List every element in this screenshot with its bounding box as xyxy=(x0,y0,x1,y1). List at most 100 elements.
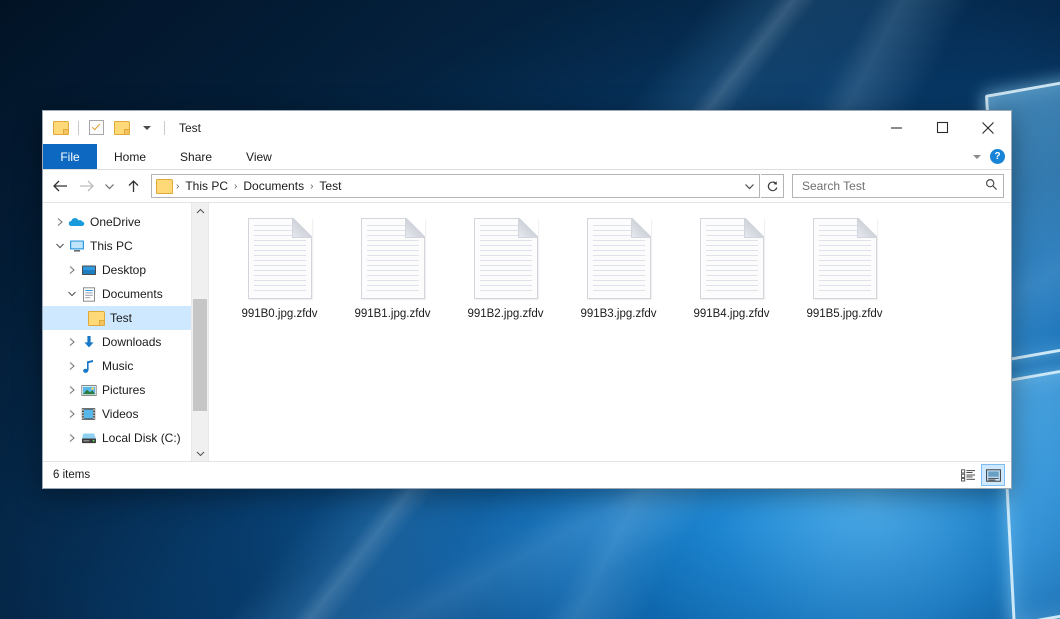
search-field[interactable] xyxy=(800,178,985,194)
file-name-label: 991B5.jpg.zfdv xyxy=(806,308,882,320)
sidebar-item-pictures[interactable]: Pictures xyxy=(43,378,191,402)
chevron-up-icon[interactable] xyxy=(192,203,208,219)
divider xyxy=(164,121,165,135)
tab-share[interactable]: Share xyxy=(163,144,229,169)
breadcrumb[interactable]: › This PC › Documents › Test xyxy=(151,174,760,198)
file-grid: 991B0.jpg.zfdv 991B1.jpg.zfdv 991B2.jpg.… xyxy=(223,216,1011,320)
up-arrow-icon[interactable] xyxy=(121,174,145,198)
chevron-right-icon[interactable] xyxy=(63,265,80,275)
folder-icon[interactable] xyxy=(50,117,71,138)
generic-document-icon xyxy=(248,218,312,299)
sidebar-item-music[interactable]: Music xyxy=(43,354,191,378)
file-explorer-window: Test File Home Share View ? xyxy=(42,110,1012,489)
breadcrumb-test[interactable]: Test xyxy=(314,179,346,193)
sidebar-item-label: Downloads xyxy=(102,335,161,349)
file-name-label: 991B0.jpg.zfdv xyxy=(241,308,317,320)
file-item[interactable]: 991B2.jpg.zfdv xyxy=(449,216,562,320)
chevron-right-icon[interactable] xyxy=(63,385,80,395)
scrollbar-thumb[interactable] xyxy=(193,299,207,411)
desktop-icon xyxy=(80,262,97,278)
sidebar-item-label: OneDrive xyxy=(90,215,141,229)
folder-icon xyxy=(88,310,105,326)
forward-arrow-icon[interactable] xyxy=(74,174,98,198)
address-dropdown-chevron-down-icon[interactable] xyxy=(739,176,759,196)
help-icon[interactable]: ? xyxy=(990,149,1005,164)
file-item[interactable]: 991B0.jpg.zfdv xyxy=(223,216,336,320)
chevron-down-icon[interactable] xyxy=(63,290,80,298)
sidebar-item-desktop[interactable]: Desktop xyxy=(43,258,191,282)
window-body: OneDrive This PC xyxy=(43,202,1011,461)
chevron-right-icon[interactable] xyxy=(63,337,80,347)
file-item[interactable]: 991B5.jpg.zfdv xyxy=(788,216,901,320)
chevron-down-icon[interactable] xyxy=(973,155,981,159)
pictures-icon xyxy=(80,382,97,398)
item-count-label: 6 items xyxy=(53,469,90,481)
breadcrumb-this-pc[interactable]: This PC xyxy=(180,179,233,193)
documents-icon xyxy=(80,286,97,302)
sidebar-item-label: Documents xyxy=(102,287,163,301)
sidebar-item-documents[interactable]: Documents xyxy=(43,282,191,306)
tab-home[interactable]: Home xyxy=(97,144,163,169)
large-icons-view-icon[interactable] xyxy=(981,464,1005,486)
navigation-pane-scrollbar[interactable] xyxy=(192,203,209,461)
generic-document-icon xyxy=(587,218,651,299)
sidebar-item-label: Videos xyxy=(102,407,138,421)
generic-document-icon xyxy=(361,218,425,299)
sidebar-item-test[interactable]: Test xyxy=(43,306,191,330)
file-name-label: 991B3.jpg.zfdv xyxy=(580,308,656,320)
divider xyxy=(78,121,79,135)
generic-document-icon xyxy=(700,218,764,299)
window-title: Test xyxy=(179,121,201,135)
chevron-right-icon[interactable] xyxy=(63,409,80,419)
chevron-down-icon[interactable] xyxy=(51,242,68,250)
sidebar-item-local-disk-c[interactable]: Local Disk (C:) xyxy=(43,426,191,450)
ribbon-tab-strip: File Home Share View ? xyxy=(43,144,1011,170)
recent-locations-chevron-down-icon[interactable] xyxy=(100,174,119,198)
sidebar-item-this-pc[interactable]: This PC xyxy=(43,234,191,258)
file-item[interactable]: 991B1.jpg.zfdv xyxy=(336,216,449,320)
chevron-right-icon[interactable] xyxy=(63,433,80,443)
sidebar-item-downloads[interactable]: Downloads xyxy=(43,330,191,354)
ribbon-right-controls: ? xyxy=(973,144,1005,169)
sidebar-item-label: This PC xyxy=(90,239,133,253)
new-folder-icon[interactable] xyxy=(111,117,132,138)
file-item[interactable]: 991B4.jpg.zfdv xyxy=(675,216,788,320)
address-bar-row: › This PC › Documents › Test xyxy=(43,170,1011,202)
file-name-label: 991B2.jpg.zfdv xyxy=(467,308,543,320)
tab-file[interactable]: File xyxy=(43,144,97,169)
chevron-down-icon[interactable] xyxy=(192,445,208,461)
file-item[interactable]: 991B3.jpg.zfdv xyxy=(562,216,675,320)
music-note-icon xyxy=(80,358,97,374)
desktop: Test File Home Share View ? xyxy=(0,0,1060,619)
sidebar-item-label: Test xyxy=(110,311,132,325)
folder-icon xyxy=(156,179,173,194)
sidebar-item-label: Music xyxy=(102,359,133,373)
maximize-icon[interactable] xyxy=(919,111,965,144)
chevron-right-icon[interactable] xyxy=(63,361,80,371)
downloads-arrow-icon xyxy=(80,334,97,350)
search-input[interactable] xyxy=(792,174,1004,198)
properties-checkmark-icon[interactable] xyxy=(86,117,107,138)
file-list-view[interactable]: 991B0.jpg.zfdv 991B1.jpg.zfdv 991B2.jpg.… xyxy=(209,203,1011,461)
close-icon[interactable] xyxy=(965,111,1011,144)
sidebar-item-videos[interactable]: Videos xyxy=(43,402,191,426)
search-icon[interactable] xyxy=(985,178,998,194)
quick-access-toolbar: Test xyxy=(43,111,201,144)
sidebar-item-onedrive[interactable]: OneDrive xyxy=(43,210,191,234)
videos-film-icon xyxy=(80,406,97,422)
this-pc-monitor-icon xyxy=(68,238,85,254)
back-arrow-icon[interactable] xyxy=(48,174,72,198)
chevron-right-icon[interactable] xyxy=(51,217,68,227)
hard-disk-icon xyxy=(80,430,97,446)
generic-document-icon xyxy=(474,218,538,299)
generic-document-icon xyxy=(813,218,877,299)
chevron-down-icon[interactable] xyxy=(136,117,157,138)
onedrive-cloud-icon xyxy=(68,214,85,230)
minimize-icon[interactable] xyxy=(873,111,919,144)
tab-view[interactable]: View xyxy=(229,144,289,169)
sidebar-item-label: Pictures xyxy=(102,383,145,397)
file-name-label: 991B4.jpg.zfdv xyxy=(693,308,769,320)
breadcrumb-documents[interactable]: Documents xyxy=(238,179,309,193)
details-view-icon[interactable] xyxy=(957,465,979,485)
refresh-icon[interactable] xyxy=(761,174,784,198)
